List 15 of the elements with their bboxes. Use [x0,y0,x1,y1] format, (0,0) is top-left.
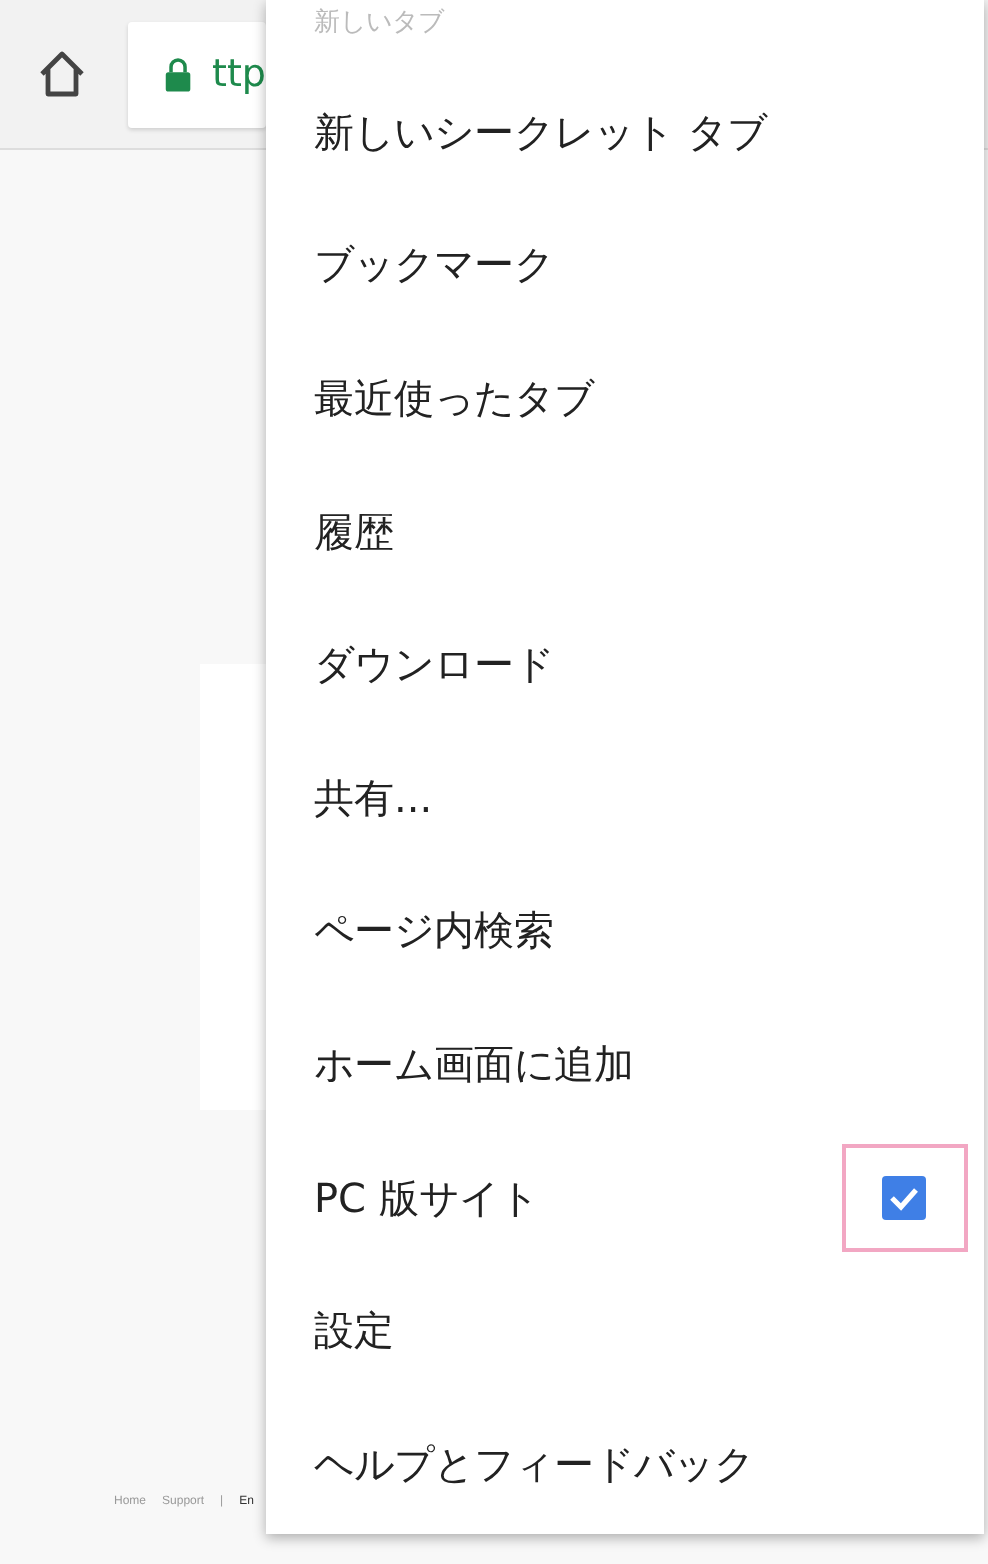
menu-item[interactable]: 設定 [314,1304,394,1359]
address-bar[interactable]: ttp [128,21,266,127]
checkbox[interactable] [882,1176,926,1221]
home-icon[interactable] [36,48,88,100]
menu-item[interactable]: 共有... [314,771,433,826]
menu-item[interactable]: ヘルプとフィードバック [314,1437,754,1492]
menu-item[interactable]: PC 版サイト [314,1171,539,1226]
menu-item[interactable]: 新しいシークレット タブ [314,105,767,160]
menu-item[interactable]: ページ内検索 [314,904,554,959]
menu-item[interactable]: 履歴 [314,505,394,560]
menu-item[interactable]: ホーム画面に追加 [314,1037,634,1092]
menu-item[interactable]: 最近使ったタブ [314,371,594,426]
lock-icon [164,54,193,94]
menu-item[interactable]: ブックマーク [314,238,554,293]
menu-item[interactable]: ダウンロード [314,638,554,693]
